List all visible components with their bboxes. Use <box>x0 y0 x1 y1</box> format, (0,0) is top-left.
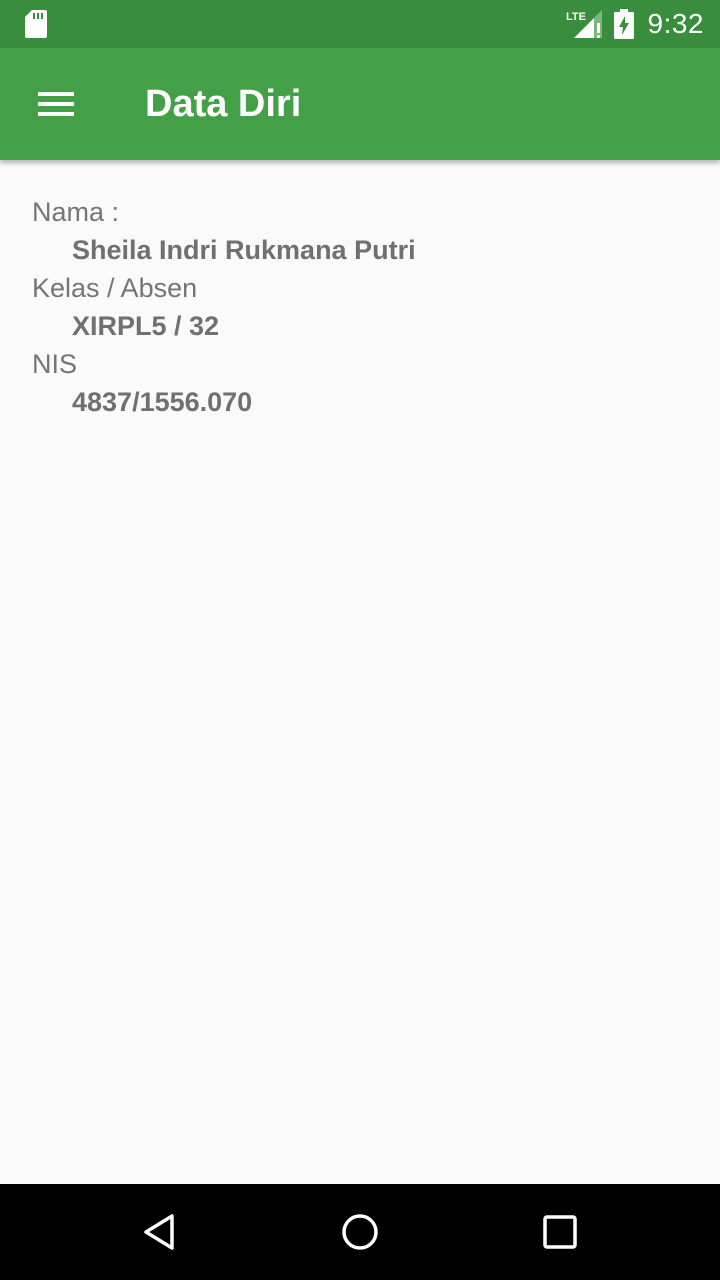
hamburger-menu-icon <box>38 92 74 116</box>
recents-button[interactable] <box>530 1202 590 1262</box>
menu-button[interactable] <box>20 68 92 140</box>
profile-content: Nama : Sheila Indri Rukmana Putri Kelas … <box>0 160 720 1184</box>
recents-icon <box>543 1215 577 1249</box>
sd-card-icon <box>25 10 47 38</box>
nis-label: NIS <box>32 349 78 379</box>
class-value: XIRPL5 / 32 <box>72 311 220 341</box>
back-icon <box>144 1214 174 1250</box>
class-label: Kelas / Absen <box>32 273 198 303</box>
status-icons: LTE 9:32 <box>566 0 705 48</box>
battery-charging-icon <box>613 9 634 39</box>
page-title: Data Diri <box>145 83 302 125</box>
navigation-bar <box>0 1184 720 1280</box>
home-icon <box>342 1214 378 1250</box>
name-value: Sheila Indri Rukmana Putri <box>72 235 416 265</box>
status-time: 9:32 <box>647 8 704 39</box>
home-button[interactable] <box>330 1202 390 1262</box>
lte-label: LTE <box>566 11 586 23</box>
status-bar: LTE 9:32 <box>0 0 720 48</box>
lte-signal-icon: LTE <box>566 10 602 38</box>
back-button[interactable] <box>130 1202 190 1262</box>
name-label: Nama : <box>32 197 120 227</box>
app-bar: Data Diri <box>0 48 720 160</box>
nis-value: 4837/1556.070 <box>72 387 253 417</box>
